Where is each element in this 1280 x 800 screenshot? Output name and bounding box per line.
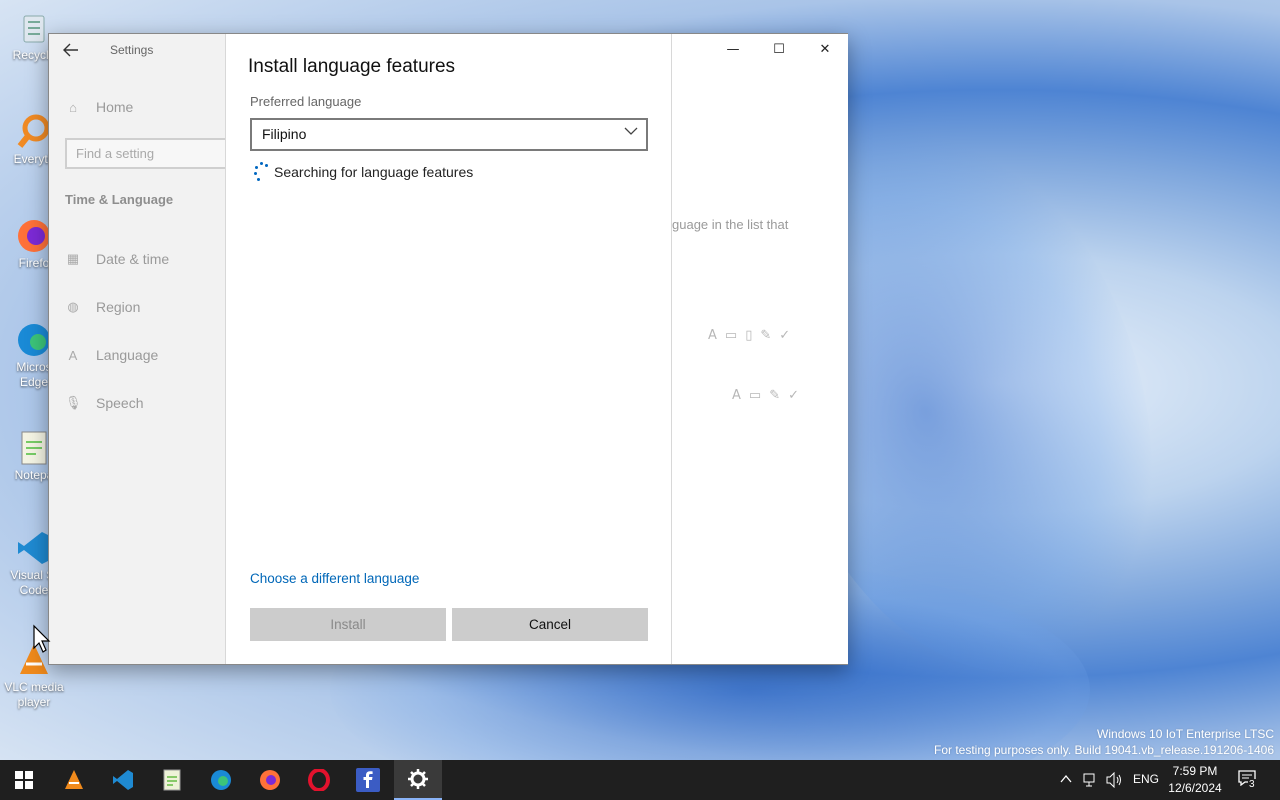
taskbar-app-vscode[interactable] — [99, 760, 147, 800]
speech-recognition-icon: ▯ — [745, 328, 753, 343]
settings-window: Settings ⌂ Home Find a setting Time & La… — [48, 33, 848, 665]
sidebar-item-label: Home — [96, 99, 134, 115]
facebook-icon — [356, 768, 380, 792]
vscode-icon — [113, 770, 133, 790]
spell-check-icon: ✓ — [788, 388, 800, 403]
minimize-button[interactable]: — — [710, 38, 756, 62]
preferred-language-label: Preferred language — [250, 94, 362, 109]
text-to-speech-icon: ▭ — [724, 328, 738, 343]
start-button[interactable] — [0, 760, 48, 800]
taskbar-app-opera[interactable] — [295, 760, 343, 800]
watermark-line-1: Windows 10 IoT Enterprise LTSC — [1097, 727, 1274, 741]
taskbar-app-edge[interactable] — [197, 760, 245, 800]
settings-content-behind: — ☐ ✕ guage in the list that A ▭ ▯ ✎ ✓ A… — [672, 34, 848, 664]
section-title: Time & Language — [65, 192, 174, 207]
app-title: Settings — [110, 43, 154, 57]
sidebar-item-home[interactable]: ⌂ Home — [49, 89, 225, 125]
notepad-plus-icon — [163, 769, 181, 791]
choose-different-language-link[interactable]: Choose a different language — [250, 571, 419, 586]
clock-date: 12/6/2024 — [1168, 781, 1222, 795]
chevron-up-icon[interactable] — [1060, 774, 1072, 784]
language-features-row-2: A ▭ ✎ ✓ — [732, 388, 799, 403]
install-language-features-dialog: Install language features Preferred lang… — [225, 34, 672, 664]
loading-spinner-icon — [254, 162, 270, 182]
sidebar-item-label: Speech — [96, 395, 144, 411]
notification-count-badge: 3 — [1248, 779, 1256, 790]
language-icon: A — [68, 347, 78, 363]
selected-language: Filipino — [262, 126, 307, 142]
text-to-speech-icon: ▭ — [748, 388, 762, 403]
sidebar-item-language[interactable]: A Language — [49, 337, 225, 373]
status-text: Searching for language features — [274, 164, 474, 180]
language-features-row-1: A ▭ ▯ ✎ ✓ — [708, 328, 790, 343]
back-button[interactable] — [63, 42, 85, 60]
close-button[interactable]: ✕ — [802, 38, 848, 62]
taskbar-app-firefox[interactable] — [246, 760, 294, 800]
sidebar-item-label: Region — [96, 299, 141, 315]
handwriting-icon: ✎ — [769, 388, 781, 403]
settings-sidebar: Settings ⌂ Home Find a setting Time & La… — [49, 34, 235, 664]
input-language-indicator[interactable]: ENG — [1133, 772, 1159, 786]
os-watermark: Windows 10 IoT Enterprise LTSC For testi… — [934, 726, 1274, 758]
windows-logo-icon — [15, 771, 33, 789]
sidebar-item-speech[interactable]: 🎙 Speech — [49, 385, 225, 421]
search-input[interactable]: Find a setting — [65, 138, 235, 169]
taskbar-app-vlc[interactable] — [50, 760, 98, 800]
home-icon: ⌂ — [69, 99, 77, 115]
preferred-language-select[interactable]: Filipino — [250, 118, 648, 151]
volume-icon[interactable] — [1106, 772, 1124, 788]
handwriting-icon: ✎ — [760, 328, 772, 343]
chevron-down-icon — [624, 124, 638, 141]
taskbar-clock[interactable]: 7:59 PM 12/6/2024 — [1162, 763, 1228, 797]
display-language-icon: A — [732, 388, 741, 403]
action-center-button[interactable]: 3 — [1238, 770, 1260, 792]
taskbar-app-facebook[interactable] — [344, 760, 392, 800]
gear-icon — [408, 769, 428, 789]
spell-check-icon: ✓ — [779, 328, 791, 343]
arrow-left-icon — [63, 43, 78, 57]
taskbar-app-settings[interactable] — [394, 760, 442, 800]
taskbar: ENG 7:59 PM 12/6/2024 3 — [0, 760, 1280, 800]
microphone-icon: 🎙 — [65, 395, 82, 410]
install-button[interactable]: Install — [250, 608, 446, 641]
sidebar-item-label: Date & time — [96, 251, 170, 267]
vlc-icon — [65, 770, 83, 789]
globe-icon: ◍ — [67, 299, 79, 314]
background-hint-text: guage in the list that — [672, 217, 789, 232]
taskbar-app-notepad[interactable] — [148, 760, 196, 800]
sidebar-item-date-time[interactable]: ▦ Date & time — [49, 241, 225, 277]
sidebar-item-region[interactable]: ◍ Region — [49, 289, 225, 325]
calendar-clock-icon: ▦ — [66, 251, 80, 266]
cancel-button[interactable]: Cancel — [452, 608, 648, 641]
display-language-icon: A — [708, 328, 717, 343]
mouse-cursor-icon — [33, 624, 51, 653]
network-icon[interactable] — [1083, 772, 1099, 788]
firefox-icon — [260, 770, 280, 790]
opera-icon — [308, 769, 330, 791]
edge-icon — [211, 770, 231, 790]
sidebar-item-label: Language — [96, 347, 159, 363]
clock-time: 7:59 PM — [1172, 764, 1218, 778]
maximize-button[interactable]: ☐ — [756, 38, 802, 62]
watermark-line-2: For testing purposes only. Build 19041.v… — [933, 743, 1274, 757]
dialog-title: Install language features — [248, 56, 456, 77]
